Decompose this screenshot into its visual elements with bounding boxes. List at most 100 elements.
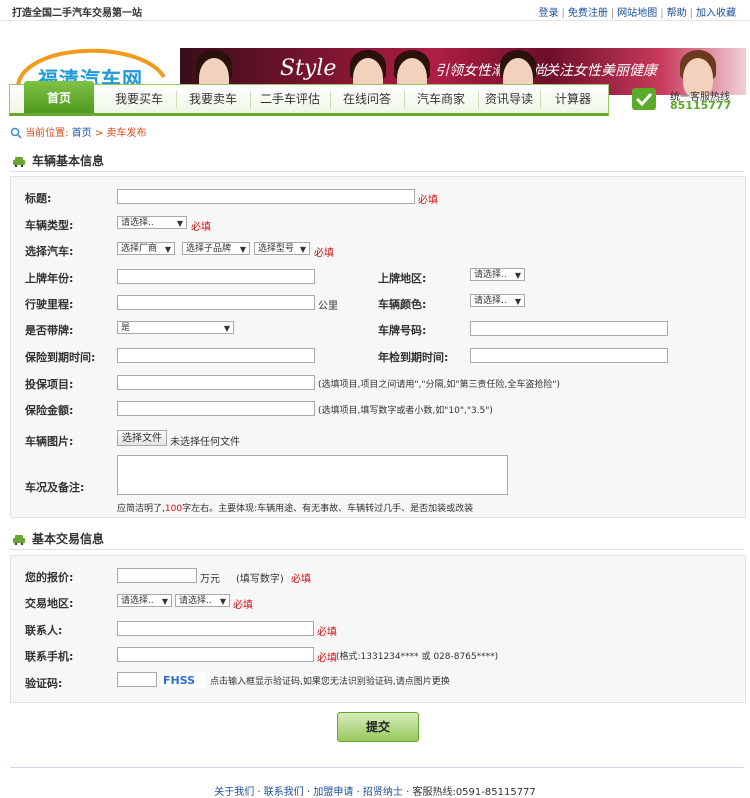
- mobile-input[interactable]: [117, 647, 314, 662]
- nav-buy-car[interactable]: 我要买车: [102, 85, 176, 113]
- label-insurance-items: 投保项目:: [25, 378, 74, 391]
- remarks-hint-count: 100: [164, 504, 183, 514]
- remarks-hint-a: 应简洁明了,: [117, 504, 165, 514]
- hotline-number: 85115777: [670, 99, 732, 112]
- footer-jobs-link[interactable]: 招贤纳士: [363, 787, 403, 798]
- footer: 关于我们 · 联系我们 · 加盟申请 · 招贤纳士 · 客服热线:0591-85…: [214, 787, 536, 798]
- insurance-expiry-input[interactable]: [117, 348, 315, 363]
- trade-city-select[interactable]: 请选择.. ▼: [175, 594, 230, 607]
- login-link[interactable]: 登录: [539, 8, 559, 19]
- breadcrumb-separator: >: [94, 128, 104, 139]
- help-link[interactable]: 帮助: [667, 8, 687, 19]
- vehicle-section-heading: 车辆基本信息: [32, 154, 105, 168]
- chevron-down-icon: ▼: [176, 219, 183, 228]
- nav-dealers[interactable]: 汽车商家: [404, 85, 478, 113]
- footer-join-link[interactable]: 加盟申请: [313, 787, 353, 798]
- mileage-unit: 公里: [318, 301, 338, 312]
- insurance-items-input[interactable]: [117, 375, 315, 390]
- plate-select-value: 是: [121, 323, 131, 333]
- captcha-image[interactable]: FHSS: [161, 672, 205, 688]
- chevron-down-icon: ▼: [219, 597, 226, 606]
- car-icon: [13, 534, 25, 545]
- trade-section-title: 基本交易信息: [12, 530, 104, 547]
- sitemap-link[interactable]: 网站地图: [617, 8, 657, 19]
- footer-hotline: 客服热线:0591-85115777: [412, 787, 536, 798]
- file-status: 未选择任何文件: [170, 437, 240, 448]
- add-favorite-link[interactable]: 加入收藏: [696, 8, 736, 19]
- chevron-down-icon: ▼: [223, 324, 230, 333]
- label-insurance-amount: 保险金额:: [25, 404, 74, 417]
- phone-icon: [632, 88, 656, 110]
- banner-slogan-2: 关注女性美丽健康: [545, 63, 657, 79]
- nav-news[interactable]: 资讯导读: [478, 85, 540, 113]
- footer-contact-link[interactable]: 联系我们: [264, 787, 304, 798]
- remarks-hint-c: 字左右。主要体现:车辆用途、有无事故、车辆转过几手、是否加装或改装: [182, 504, 474, 514]
- insurance-items-hint: (选填项目,项目之间请用","分隔,如"第三责任险,全车盗抢险"): [318, 380, 561, 390]
- captcha-graphic: FHSS: [161, 672, 205, 688]
- sub-brand-select[interactable]: 选择子品牌 ▼: [182, 242, 250, 255]
- remarks-textarea[interactable]: [117, 455, 508, 495]
- choose-file-button[interactable]: 选择文件: [117, 430, 167, 446]
- title-input[interactable]: [117, 189, 415, 204]
- price-input[interactable]: [117, 568, 197, 583]
- nav-sell-car[interactable]: 我要卖车: [176, 85, 250, 113]
- color-select-value: 请选择..: [474, 296, 507, 306]
- required-mark: 必填: [233, 600, 253, 611]
- brand-select[interactable]: 选择厂商 ▼: [117, 242, 175, 255]
- breadcrumb-prefix: 当前位置:: [25, 128, 69, 139]
- required-mark: 必填: [314, 248, 334, 259]
- model-select[interactable]: 选择型号 ▼: [254, 242, 310, 255]
- label-mobile: 联系手机:: [25, 650, 74, 663]
- trade-city-select-value: 请选择..: [179, 596, 212, 606]
- year-input[interactable]: [117, 269, 315, 284]
- captcha-text: FHSS: [163, 674, 195, 687]
- price-hint: (填写数字): [236, 574, 284, 585]
- label-select-car: 选择汽车:: [25, 245, 74, 258]
- inspection-expiry-input[interactable]: [470, 348, 668, 363]
- car-type-select[interactable]: 请选择.. ▼: [117, 216, 187, 229]
- required-mark: 必填: [317, 653, 337, 664]
- label-car-type: 车辆类型:: [25, 219, 74, 232]
- label-captcha: 验证码:: [25, 677, 63, 690]
- footer-about-link[interactable]: 关于我们: [214, 787, 254, 798]
- register-link[interactable]: 免费注册: [568, 8, 608, 19]
- banner-style-text: Style: [280, 56, 337, 81]
- label-plate: 是否带牌:: [25, 324, 74, 337]
- captcha-input[interactable]: [117, 672, 157, 687]
- trade-province-select-value: 请选择..: [121, 596, 154, 606]
- nav-home[interactable]: 首页: [24, 81, 94, 113]
- label-region: 上牌地区:: [378, 272, 427, 285]
- contact-input[interactable]: [117, 621, 314, 636]
- trade-province-select[interactable]: 请选择.. ▼: [117, 594, 172, 607]
- label-year: 上牌年份:: [25, 272, 74, 285]
- color-select[interactable]: 请选择.. ▼: [470, 294, 525, 307]
- label-title: 标题:: [25, 192, 52, 205]
- breadcrumb-home[interactable]: 首页: [72, 128, 92, 139]
- chevron-down-icon: ▼: [514, 271, 521, 280]
- required-mark: 必填: [291, 574, 311, 585]
- submit-button[interactable]: 提交: [337, 712, 419, 742]
- mileage-input[interactable]: [117, 295, 315, 310]
- plate-select[interactable]: 是 ▼: [117, 321, 234, 334]
- top-links: 登录 | 免费注册 | 网站地图 | 帮助 | 加入收藏: [538, 8, 737, 19]
- price-unit: 万元: [200, 574, 220, 585]
- nav-calculator[interactable]: 计算器: [540, 85, 606, 113]
- label-contact: 联系人:: [25, 624, 63, 637]
- nav-qa[interactable]: 在线问答: [330, 85, 404, 113]
- insurance-amount-input[interactable]: [117, 401, 315, 416]
- label-remarks: 车况及备注:: [25, 481, 85, 494]
- chevron-down-icon: ▼: [514, 297, 521, 306]
- vehicle-section-title: 车辆基本信息: [12, 152, 104, 169]
- divider: [10, 171, 744, 172]
- nav-evaluation[interactable]: 二手车评估: [250, 85, 330, 113]
- plate-number-input[interactable]: [470, 321, 668, 336]
- required-mark: 必填: [418, 195, 438, 206]
- region-select[interactable]: 请选择.. ▼: [470, 268, 525, 281]
- label-inspection-expiry: 年检到期时间:: [378, 351, 449, 364]
- required-mark: 必填: [317, 627, 337, 638]
- breadcrumb-current: 卖车发布: [106, 128, 147, 139]
- car-type-select-value: 请选择..: [121, 218, 154, 228]
- car-icon: [13, 156, 25, 167]
- label-color: 车辆颜色:: [378, 298, 427, 311]
- required-mark: 必填: [191, 222, 211, 233]
